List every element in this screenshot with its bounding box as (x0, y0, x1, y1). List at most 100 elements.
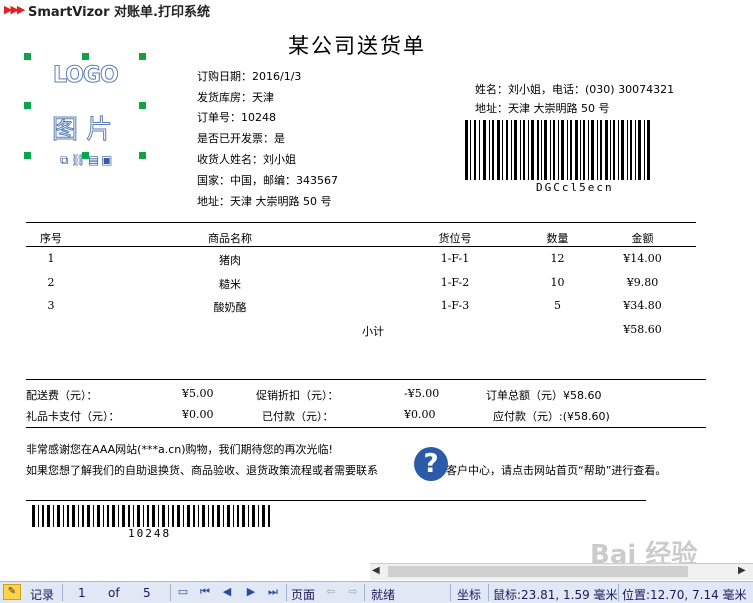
separator (364, 584, 365, 601)
order-total: 订单总额（元）¥58.60 (486, 389, 602, 402)
contact-name-phone: 姓名：刘小姐，电话：(030) 30074321 (475, 83, 675, 96)
scroll-thumb[interactable] (388, 566, 688, 577)
giftcard-label: 礼品卡支付（元）： (26, 410, 120, 423)
cursor-position: 位置:12.70, 7.14 毫米 (622, 588, 747, 602)
of-label: of (108, 586, 120, 600)
cell-amount: ¥14.00 (623, 252, 662, 265)
recipient-name: 收货人姓名：刘小姐 (197, 153, 296, 166)
invoice-status: 是否已开发票：是 (197, 132, 285, 145)
cell-amount: ¥9.80 (626, 276, 659, 289)
separator (450, 584, 451, 601)
resize-handle[interactable] (82, 53, 89, 60)
back-icon[interactable]: ⇦ (324, 585, 338, 599)
records-icon[interactable]: ✎ (3, 584, 21, 600)
divider (26, 246, 696, 247)
horizontal-scrollbar[interactable]: ◀ ▶ (370, 563, 753, 580)
logo-block[interactable]: LOGO 图 片 ⧉⛓▤▣ (26, 55, 144, 168)
cell-product: 酸奶酪 (213, 301, 247, 314)
header-quantity: 数量 (546, 232, 569, 245)
resize-handle[interactable] (139, 102, 146, 109)
cell-product: 猪肉 (219, 254, 241, 267)
cell-location: 1-F-3 (440, 299, 470, 312)
header-amount: 金额 (631, 232, 654, 245)
image-icon: ▣ (101, 153, 115, 167)
country-zip: 国家：中国，邮编：343567 (197, 174, 338, 187)
warehouse: 发货库房：天津 (197, 91, 274, 104)
cell-quantity: 10 (550, 276, 565, 289)
logo-text: LOGO (53, 63, 120, 89)
order-date: 订购日期：2016/1/3 (197, 70, 302, 83)
coords-label: 坐标 (457, 588, 482, 602)
prev-page-icon[interactable]: ◀ (220, 585, 234, 599)
cell-quantity: 5 (554, 299, 561, 312)
paid-value: ¥0.00 (404, 408, 436, 421)
address: 地址：天津 大崇明路 50 号 (197, 195, 332, 208)
scroll-left-icon[interactable]: ◀ (372, 565, 380, 576)
resize-handle[interactable] (24, 102, 31, 109)
app-logo-icon: ▶▶▶ (4, 3, 25, 16)
separator (488, 584, 489, 601)
divider (26, 500, 646, 501)
due-amount: 应付款（元）:(¥58.60) (493, 410, 610, 423)
shipping-label: 配送费（元）： (26, 389, 98, 402)
scroll-right-icon[interactable]: ▶ (738, 565, 746, 576)
resize-handle[interactable] (139, 152, 146, 159)
records-label: 记录 (30, 588, 55, 602)
forward-icon[interactable]: ⇨ (346, 585, 360, 599)
discount-value: -¥5.00 (404, 387, 440, 400)
next-page-icon[interactable]: ▶ (244, 585, 258, 599)
separator (170, 584, 171, 601)
paid-label: 已付款（元）： (262, 410, 334, 423)
cell-location: 1-F-2 (440, 276, 470, 289)
help-note-tail: 客户中心，请点击网站首页“帮助”进行查看。 (446, 464, 667, 477)
header-index: 序号 (40, 232, 62, 245)
cell-amount: ¥34.80 (623, 299, 662, 312)
divider (26, 427, 706, 428)
help-note: 如果您想了解我们的自助退换货、商品验收、退货政策流程或者需要联系 (26, 464, 378, 477)
app-title: SmartVizor 对账单.打印系统 (28, 5, 210, 20)
cell-index: 3 (47, 299, 55, 312)
cell-index: 1 (47, 252, 55, 265)
current-record[interactable]: 1 (78, 586, 86, 600)
discount-label: 促销折扣（元）： (256, 389, 339, 402)
contact-address: 地址：天津 大崇明路 50 号 (475, 102, 610, 115)
resize-handle[interactable] (139, 53, 146, 60)
divider (26, 379, 706, 380)
cell-quantity: 12 (550, 252, 565, 265)
last-page-icon[interactable]: ⏭ (266, 585, 280, 599)
divider (26, 222, 696, 223)
subtotal-value: ¥58.60 (623, 323, 662, 336)
header-location: 货位号 (438, 232, 472, 245)
help-icon[interactable]: ? (414, 447, 448, 481)
logo-picture-text: 图 片 (51, 115, 113, 146)
separator (286, 584, 287, 601)
mouse-position: 鼠标:23.81, 1.59 毫米 (493, 588, 618, 602)
resize-handle[interactable] (24, 53, 31, 60)
cell-location: 1-F-1 (440, 252, 470, 265)
order-number: 订单号：10248 (197, 111, 276, 124)
first-page-icon[interactable]: ⏮ (198, 585, 212, 599)
cell-index: 2 (47, 276, 55, 289)
cell-product: 糙米 (219, 278, 241, 291)
thanks-note: 非常感谢您在AAA网站(***a.cn)购物，我们期待您的再次光临! (26, 443, 333, 456)
document-icon: ▤ (87, 153, 102, 167)
separator (62, 584, 63, 601)
barcode-text: DGCcl5ecn (536, 181, 614, 194)
title-bar: ▶▶▶ SmartVizor 对账单.打印系统 (0, 0, 753, 20)
shipping-value: ¥5.00 (182, 387, 214, 400)
copy-icon: ⧉ (60, 153, 71, 167)
header-product: 商品名称 (208, 232, 252, 245)
giftcard-value: ¥0.00 (182, 408, 214, 421)
separator (618, 584, 619, 601)
status-bar: ✎ 记录 1 of 5 ▭ ⏮ ◀ ▶ ⏭ 页面 ⇦ ⇨ 就绪 坐标 鼠标:23… (0, 581, 753, 603)
barcode (465, 120, 650, 180)
page-view-icon[interactable]: ▭ (176, 585, 190, 599)
subtotal-label: 小计 (362, 325, 384, 338)
status-text: 就绪 (371, 588, 396, 602)
order-barcode (32, 505, 270, 527)
order-barcode-text: 10248 (128, 527, 172, 540)
report-title: 某公司送货单 (288, 34, 426, 58)
resize-handle[interactable] (82, 152, 89, 159)
resize-handle[interactable] (24, 152, 31, 159)
total-records: 5 (143, 586, 151, 600)
